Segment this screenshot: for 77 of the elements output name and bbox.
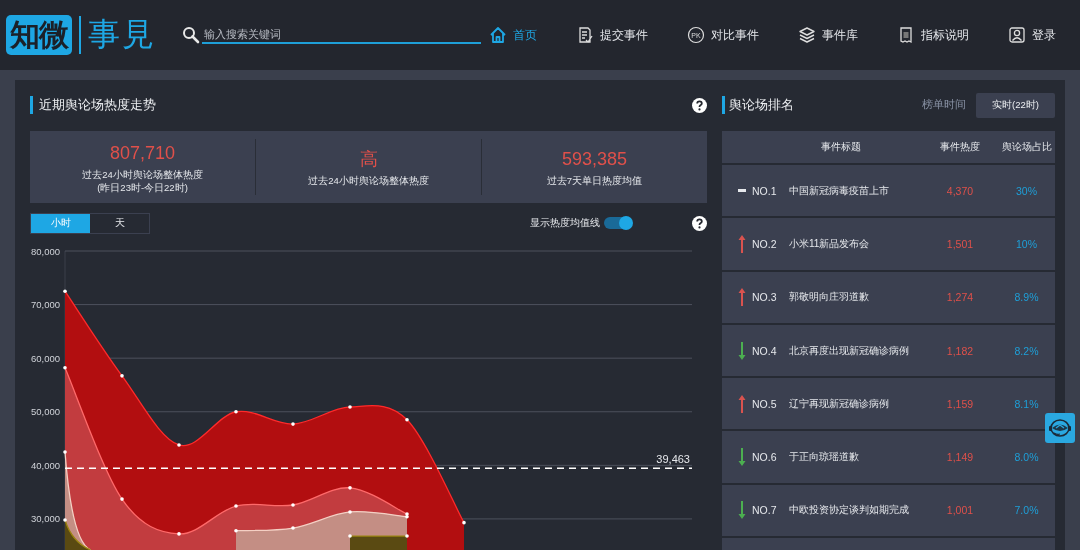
column-header: 事件标题 [820,140,862,154]
panel-title: 舆论场排名 [722,96,922,114]
heat-value: 1,159 [945,397,975,410]
granularity-tab[interactable]: 天 [90,213,149,233]
stat-value: 807,710 [109,141,176,165]
nav-item[interactable]: 事件库 [798,26,858,44]
rank-number: NO.5 [752,397,778,410]
ranking-row[interactable]: NO.1 中国新冠病毒疫苗上市 4,370 30% [722,165,1055,219]
heat-value: 1,501 [945,237,975,250]
share-value: 10% [1015,237,1038,250]
heat-value: 1,274 [945,291,975,304]
layers-icon [798,26,816,44]
rank-number: NO.4 [752,344,778,357]
stat-note: (昨日23时-今日22时) [97,180,188,194]
help-icon[interactable] [692,215,707,231]
search-icon [182,26,200,44]
column-header: 事件热度 [939,140,981,154]
ranking-row[interactable]: NO.7 中欧投资协定谈判如期完成 1,001 7.0% [722,484,1055,539]
panel-title: 近期舆论场热度走势 [30,96,156,114]
share-value: 8.1% [1013,397,1040,410]
heat-value: 1,149 [945,451,975,464]
nav-item[interactable]: 提交事件 [576,26,648,44]
heat-value: 1,001 [945,504,975,517]
axis-tick-label: 80,000 [30,245,60,257]
share-value: 8.9% [1013,291,1040,304]
share-value: 30% [1015,184,1038,197]
rank-number: NO.3 [752,291,778,304]
headset-icon [1048,418,1072,438]
rank-number: NO.7 [752,504,778,517]
event-title: 郭敬明向庄羽道歉 [789,290,869,305]
time-label: 榜单时间 [922,98,966,112]
time-button[interactable]: 实时(22时) [976,92,1055,118]
average-label: 39,463 [656,453,690,466]
rank-number: NO.2 [752,237,778,250]
ranking-row[interactable]: NO.5 辽宁再现新冠确诊病例 1,159 8.1% [722,378,1055,432]
nav-item[interactable]: 首页 [489,26,537,44]
help-icon[interactable] [692,97,707,113]
nav-item[interactable]: 指标说明 [897,26,969,44]
stat-value: 高 [359,148,378,171]
user-icon [1008,26,1026,44]
ranking-row[interactable]: NO.6 于正向琼瑶道歉 1,149 8.0% [722,431,1055,485]
ranking-row[interactable]: NO.3 郭敬明向庄羽道歉 1,274 8.9% [722,271,1055,325]
share-value: 7.0% [1013,504,1040,517]
event-title: 于正向琼瑶道歉 [789,450,859,465]
axis-tick-label: 60,000 [30,352,60,364]
document-pen-icon [576,26,594,44]
event-title: 辽宁再现新冠确诊病例 [789,396,889,411]
share-value: 8.0% [1013,451,1040,464]
heat-value: 1,182 [945,344,975,357]
stat-label: 过去24小时舆论场整体热度 [308,174,429,187]
axis-tick-label: 40,000 [30,459,60,471]
customer-service-button[interactable] [1045,413,1075,443]
event-title: 北京再度出现新冠确诊病例 [789,343,909,358]
logo-mark: 知微 [6,15,72,55]
axis-tick-label: 70,000 [30,299,60,311]
event-title: 中国新冠病毒疫苗上市 [789,183,889,198]
share-value: 8.2% [1013,344,1040,357]
axis-tick-label: 30,000 [30,513,60,525]
nav-item[interactable]: 登录 [1008,26,1056,44]
toggle-label: 显示热度均值线 [530,216,600,230]
home-icon [489,26,507,44]
event-title: 中欧投资协定谈判如期完成 [789,503,909,518]
document-icon [897,26,915,44]
search-field[interactable]: 输入搜索关键词 [202,26,481,44]
heat-value: 4,370 [945,184,975,197]
rank-number: NO.6 [752,451,778,464]
logo-name: 事見 [88,15,156,54]
ranking-row[interactable]: NO.2 小米11新品发布会 1,501 10% [722,218,1055,272]
stat-label: 过去7天单日热度均值 [546,174,643,187]
axis-tick-label: 50,000 [30,406,60,418]
average-line-toggle[interactable] [604,217,632,229]
column-header: 舆论场占比 [1000,140,1053,154]
event-title: 小米11新品发布会 [789,236,870,251]
stat-label: 过去24小时舆论场整体热度 [82,167,203,181]
stat-value: 593,385 [561,148,628,171]
rank-number: NO.1 [752,184,778,197]
ranking-row[interactable]: NO.4 北京再度出现新冠确诊病例 1,182 8.2% [722,324,1055,379]
